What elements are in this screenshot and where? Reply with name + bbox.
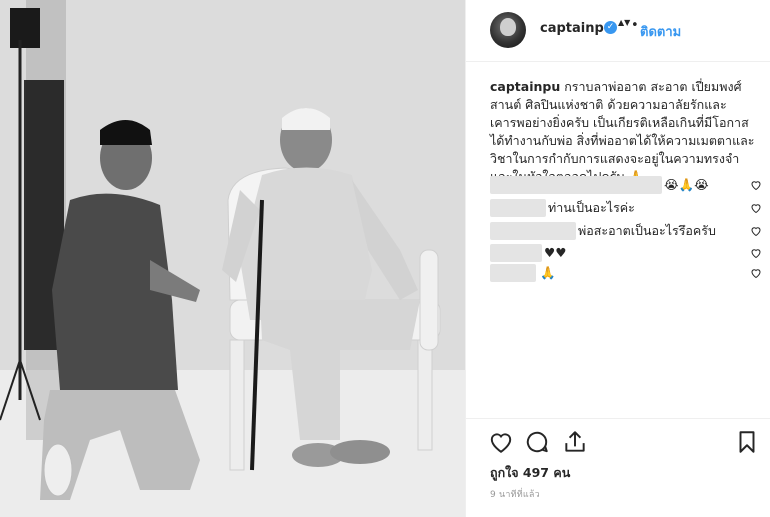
redacted-username bbox=[490, 244, 542, 262]
caption-username[interactable]: captainpu bbox=[490, 79, 560, 94]
comment-item: ♥♥ bbox=[490, 244, 766, 262]
verified-badge-icon: ✓ bbox=[604, 21, 617, 34]
comment-heart-icon[interactable] bbox=[750, 202, 762, 214]
like-count[interactable]: ถูกใจ 497 คน bbox=[490, 463, 570, 483]
comment-item: 🙏 bbox=[490, 264, 766, 282]
bookmark-icon[interactable] bbox=[734, 429, 760, 455]
share-icon[interactable] bbox=[562, 429, 588, 455]
comment-text: พ่อสะอาตเป็นอะไรรึอครับ bbox=[578, 223, 716, 238]
post-header: captainpu ✓ ▲▼ • ติดตาม bbox=[466, 0, 770, 62]
comment-text: ♥♥ bbox=[544, 245, 567, 260]
follow-button[interactable]: ติดตาม bbox=[640, 21, 681, 42]
comment-heart-icon[interactable] bbox=[750, 179, 762, 191]
post-side-panel: captainpu ✓ ▲▼ • ติดตาม captainpu กราบลาพ… bbox=[465, 0, 770, 517]
post-actions: ถูกใจ 497 คน 9 นาทีที่แล้ว bbox=[466, 418, 770, 516]
photo-illustration bbox=[0, 0, 465, 517]
redacted-username bbox=[490, 264, 536, 282]
username[interactable]: captainpu bbox=[540, 21, 613, 36]
more-options-icon[interactable]: ▲▼ bbox=[618, 19, 630, 27]
redacted-username bbox=[490, 199, 546, 217]
avatar[interactable] bbox=[490, 12, 526, 48]
redacted-username bbox=[490, 176, 662, 194]
post-caption: captainpu กราบลาพ่ออาต สะอาต เปี่ยมพงศ์สา… bbox=[490, 78, 760, 186]
comment-heart-icon[interactable] bbox=[750, 225, 762, 237]
comment-heart-icon[interactable] bbox=[750, 267, 762, 279]
post-photo bbox=[0, 0, 465, 517]
comment-item: ท่านเป็นอะไรค่ะ bbox=[490, 199, 766, 217]
comment-heart-icon[interactable] bbox=[750, 247, 762, 259]
separator-dot: • bbox=[631, 18, 639, 33]
post-timestamp[interactable]: 9 นาทีที่แล้ว bbox=[490, 487, 540, 501]
comment-item: พ่อสะอาตเป็นอะไรรึอครับ bbox=[490, 222, 766, 240]
comment-icon[interactable] bbox=[524, 429, 550, 455]
heart-icon[interactable] bbox=[488, 429, 514, 455]
redacted-username bbox=[490, 222, 576, 240]
comment-text: ท่านเป็นอะไรค่ะ bbox=[548, 200, 635, 215]
comment-text: 😭🙏😭 bbox=[664, 177, 709, 192]
comment-text: 🙏 bbox=[540, 265, 556, 280]
comment-item: 😭🙏😭 bbox=[490, 176, 766, 194]
caption-text: กราบลาพ่ออาต สะอาต เปี่ยมพงศ์สานต์ ศิลปิ… bbox=[490, 79, 755, 184]
